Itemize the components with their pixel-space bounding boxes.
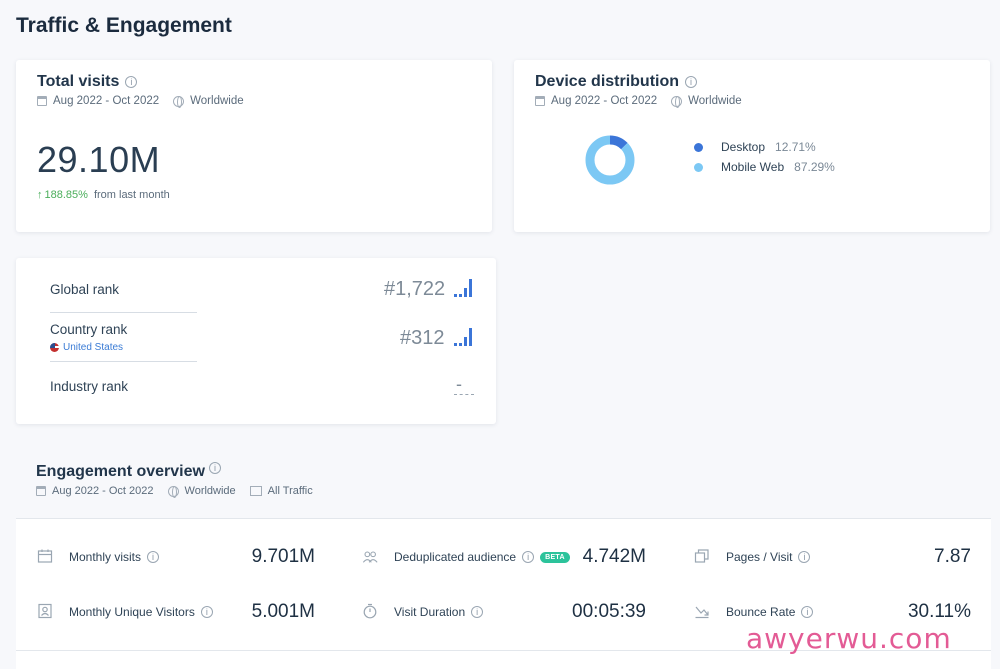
visit-duration-label: Visit Duration: [394, 605, 466, 619]
device-distribution-card: Device distribution i Aug 2022 - Oct 202…: [514, 60, 990, 232]
page-title: Traffic & Engagement: [16, 14, 232, 37]
info-icon[interactable]: i: [471, 606, 484, 618]
divider: [50, 361, 197, 362]
info-icon[interactable]: i: [522, 551, 535, 563]
country-rank-value: #312: [400, 327, 445, 349]
us-flag-icon: [50, 343, 59, 352]
global-rank-value: #1,722: [384, 278, 446, 300]
dedup-audience-value: 4.742M: [582, 546, 646, 567]
mobile-web-value: 87.29%: [794, 160, 835, 174]
date-range[interactable]: Aug 2022 - Oct 2022: [53, 95, 159, 107]
unique-visitors-value: 5.001M: [251, 601, 315, 622]
rank-trend-icon[interactable]: [454, 328, 474, 346]
rank-empty-bars-icon: [454, 393, 474, 395]
country-name: United States: [63, 342, 124, 353]
traffic-source-icon: [249, 486, 262, 496]
audience-icon: [362, 551, 378, 563]
unique-visitors-label: Monthly Unique Visitors: [69, 605, 195, 619]
bounce-rate-label: Bounce Rate: [726, 605, 796, 619]
monthly-visits-label: Monthly visits: [69, 550, 142, 564]
dedup-audience-label: Deduplicated audience: [394, 550, 517, 564]
pages-icon: [694, 549, 709, 563]
country-link[interactable]: United States: [50, 342, 123, 353]
info-icon[interactable]: i: [801, 606, 814, 618]
calendar-icon: [36, 486, 46, 496]
change-note: from last month: [93, 189, 170, 201]
divider: [50, 312, 197, 313]
engagement-header: Engagement overview i Aug 2022 - Oct 202…: [36, 462, 313, 498]
pages-per-visit-label: Pages / Visit: [726, 550, 793, 564]
desktop-label: Desktop: [721, 140, 766, 154]
bounce-arrow-icon: [695, 606, 709, 619]
arrow-up-icon: ↑: [37, 189, 43, 201]
globe-icon: [671, 95, 683, 108]
industry-rank-value: -: [456, 374, 462, 394]
watermark-text: awyerwu.com: [746, 622, 952, 655]
legend-item-mobile-web[interactable]: Mobile Web 87.29%: [694, 157, 835, 177]
device-distribution-title: Device distribution: [535, 73, 680, 90]
rank-trend-icon[interactable]: [454, 279, 474, 297]
calendar-icon: [37, 549, 53, 563]
bounce-rate-value: 30.11%: [907, 601, 971, 622]
globe-icon: [173, 95, 185, 108]
beta-badge: BETA: [540, 551, 570, 563]
monthly-visits-value: 9.701M: [251, 546, 315, 567]
change-percent: 188.85%: [44, 189, 88, 201]
date-range[interactable]: Aug 2022 - Oct 2022: [52, 485, 154, 497]
info-icon[interactable]: i: [125, 76, 138, 88]
global-rank-label: Global rank: [50, 282, 120, 297]
desktop-dot: [694, 142, 703, 152]
industry-rank-label: Industry rank: [50, 379, 129, 394]
info-icon[interactable]: i: [200, 606, 213, 618]
country-rank-label: Country rank: [50, 322, 128, 337]
desktop-value: 12.71%: [775, 140, 816, 154]
total-visits-card: Total visits i Aug 2022 - Oct 2022 World…: [16, 60, 492, 232]
pages-per-visit-value: 7.87: [934, 546, 971, 567]
total-visits-title: Total visits: [37, 73, 120, 90]
date-range[interactable]: Aug 2022 - Oct 2022: [551, 95, 657, 107]
mobile-web-dot: [694, 162, 703, 172]
info-icon[interactable]: i: [798, 551, 811, 563]
mobile-web-label: Mobile Web: [721, 160, 785, 174]
globe-icon: [167, 485, 179, 498]
legend-item-desktop[interactable]: Desktop 12.71%: [694, 137, 835, 157]
info-icon[interactable]: i: [147, 551, 160, 563]
info-icon[interactable]: i: [685, 76, 698, 88]
region[interactable]: Worldwide: [185, 485, 236, 497]
calendar-icon: [535, 96, 545, 106]
device-donut-chart: [585, 135, 635, 185]
traffic-type[interactable]: All Traffic: [268, 485, 313, 497]
total-visits-value: 29.10M: [37, 139, 161, 180]
visit-duration-value: 00:05:39: [572, 601, 646, 622]
stopwatch-icon: [363, 603, 377, 619]
calendar-icon: [37, 96, 47, 106]
region[interactable]: Worldwide: [190, 95, 243, 107]
info-icon[interactable]: i: [208, 462, 221, 474]
visitor-id-icon: [38, 603, 52, 619]
region[interactable]: Worldwide: [688, 95, 741, 107]
rank-card: Global rank #1,722 Country rank United S…: [16, 258, 496, 424]
engagement-title: Engagement overview: [36, 463, 205, 480]
